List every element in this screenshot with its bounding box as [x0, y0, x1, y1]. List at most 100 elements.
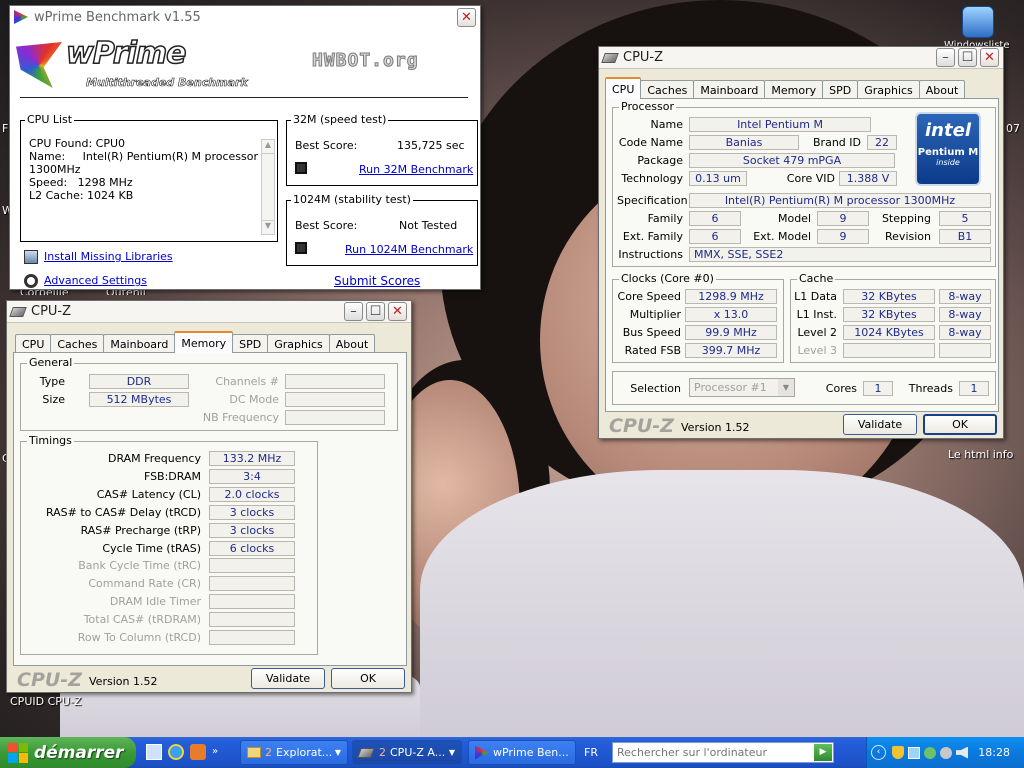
media-quicklaunch-icon[interactable]: [190, 744, 206, 760]
close-icon[interactable]: ✕: [980, 48, 999, 67]
hwbot-logo[interactable]: HWBOT.org: [312, 50, 419, 72]
cpu-panel: Processor Name Intel Pentium M Code Name…: [605, 98, 999, 412]
timing-label: DRAM Idle Timer: [109, 595, 201, 609]
search-input[interactable]: [613, 743, 811, 762]
scroll-up-icon[interactable]: ▲: [262, 140, 274, 154]
size-label: Size: [42, 393, 65, 406]
maximize-icon[interactable]: ☐: [366, 302, 385, 321]
tray-expand-icon[interactable]: ‹: [871, 745, 886, 760]
desktop-quicklaunch-icon[interactable]: [146, 744, 162, 760]
tray-icon[interactable]: [924, 746, 936, 759]
desktop-label-cpuz[interactable]: CPUID CPU-Z: [10, 695, 81, 708]
instructions-label: Instructions: [618, 248, 683, 261]
speed-test-group: 32M (speed test) Best Score: 135,725 sec…: [286, 113, 478, 186]
tab-spd[interactable]: SPD: [822, 80, 859, 99]
wprime-titlebar[interactable]: wPrime Benchmark v1.55 ✕: [10, 6, 480, 28]
cpu-list-textbox: CPU Found: CPU0 Name: Intel(R) Pentium(R…: [29, 137, 263, 233]
language-indicator[interactable]: FR: [584, 746, 598, 759]
tab-about[interactable]: About: [328, 334, 376, 353]
multiplier-value: x 13.0: [685, 307, 777, 322]
clocks-group: Clocks (Core #0) Core Speed 1298.9 MHz M…: [612, 272, 784, 363]
tab-graphics[interactable]: Graphics: [857, 80, 920, 99]
start-button[interactable]: démarrer: [0, 737, 136, 768]
cpuz-icon: [357, 747, 375, 758]
cpu-list-group: CPU List CPU Found: CPU0 Name: Intel(R) …: [20, 113, 278, 242]
minimize-icon[interactable]: –: [344, 302, 363, 321]
close-icon[interactable]: ✕: [457, 7, 476, 27]
spec-label: Specification: [617, 194, 688, 207]
advanced-settings-link[interactable]: Advanced Settings: [44, 274, 147, 287]
desktop-label-html-info[interactable]: Le html info: [948, 448, 1013, 461]
run-1024m-link[interactable]: Run 1024M Benchmark: [345, 243, 473, 256]
tab-spd[interactable]: SPD: [232, 334, 269, 353]
minimize-icon[interactable]: –: [936, 48, 955, 67]
ok-button[interactable]: OK: [331, 668, 405, 689]
tab-cpu[interactable]: CPU: [15, 334, 52, 353]
install-libraries-link[interactable]: Install Missing Libraries: [44, 250, 173, 263]
tab-caches[interactable]: Caches: [50, 334, 105, 353]
run-32m-link[interactable]: Run 32M Benchmark: [359, 163, 473, 176]
search-box[interactable]: ▶: [612, 742, 834, 763]
tab-graphics[interactable]: Graphics: [267, 334, 330, 353]
cpu-list-scrollbar[interactable]: ▲ ▼: [261, 139, 275, 235]
codename-value: Banias: [689, 135, 799, 150]
wprime-app-icon: [475, 745, 489, 760]
tab-memory[interactable]: Memory: [764, 80, 824, 99]
save-icon[interactable]: [295, 242, 307, 254]
network-tray-icon[interactable]: [908, 746, 920, 759]
ratedfsb-value: 399.7 MHz: [685, 343, 777, 358]
stability-best-value: Not Tested: [399, 219, 458, 232]
level3-way: [939, 343, 991, 358]
cpuz-memory-titlebar[interactable]: CPU-Z – ☐ ✕: [7, 301, 411, 323]
clock[interactable]: 18:28: [978, 746, 1010, 759]
extmodel-label: Ext. Model: [753, 230, 811, 243]
timing-label: Command Rate (CR): [88, 577, 201, 591]
timings-label: Timings: [27, 434, 74, 447]
validate-button[interactable]: Validate: [251, 668, 325, 689]
tab-memory[interactable]: Memory: [174, 331, 234, 353]
task-label: Explorat...: [276, 746, 333, 759]
cpuz-cpu-titlebar[interactable]: CPU-Z – ☐ ✕: [599, 47, 1003, 69]
timing-value: [209, 612, 295, 628]
desktop-icon[interactable]: [962, 6, 994, 38]
tray-icon[interactable]: [940, 746, 952, 759]
scroll-down-icon[interactable]: ▼: [262, 220, 274, 234]
desktop-fragment-f: F: [2, 122, 9, 135]
cpu-list-line: Name: Intel(R) Pentium(R) M processor: [29, 150, 258, 163]
tab-cpu[interactable]: CPU: [605, 77, 642, 99]
selection-dropdown[interactable]: Processor #1 ▼: [689, 378, 795, 397]
volume-tray-icon[interactable]: [956, 746, 968, 759]
task-wprime[interactable]: wPrime Ben...: [468, 740, 576, 765]
timings-group: Timings DRAM Frequency 133.2 MHz FSB:DRAM 3…: [20, 434, 318, 655]
maximize-icon[interactable]: ☐: [958, 48, 977, 67]
start-label: démarrer: [34, 742, 124, 763]
cores-label: Cores: [825, 382, 857, 395]
validate-button[interactable]: Validate: [843, 414, 917, 435]
save-icon[interactable]: [295, 162, 307, 174]
stepping-value: 5: [939, 211, 991, 226]
wprime-logo-sub: Multithreaded Benchmark: [86, 76, 248, 90]
submit-scores-link[interactable]: Submit Scores: [334, 274, 420, 288]
wprime-logo-graphic: [16, 42, 62, 88]
tab-about[interactable]: About: [918, 80, 966, 99]
chevron-right-icon[interactable]: »: [212, 744, 218, 760]
task-count: 2: [265, 746, 272, 759]
search-go-icon[interactable]: ▶: [814, 744, 832, 761]
cpu-list-line: L2 Cache: 1024 KB: [29, 189, 134, 202]
cpuz-logo: CPU-Z: [609, 415, 674, 437]
ok-button[interactable]: OK: [923, 414, 997, 435]
task-cpuz[interactable]: 2 CPU-Z A... ▼: [352, 740, 462, 765]
security-tray-icon[interactable]: [892, 746, 904, 759]
task-explorer[interactable]: 2 Explorat... ▼: [240, 740, 348, 765]
cpu-list-label: CPU List: [25, 113, 75, 126]
chevron-down-icon[interactable]: ▼: [449, 748, 455, 757]
ie-quicklaunch-icon[interactable]: [168, 744, 184, 760]
timing-value: [209, 576, 295, 592]
chevron-down-icon[interactable]: ▼: [778, 379, 794, 396]
close-icon[interactable]: ✕: [388, 302, 407, 321]
tab-mainboard[interactable]: Mainboard: [693, 80, 766, 99]
chevron-down-icon[interactable]: ▼: [335, 748, 341, 757]
tab-caches[interactable]: Caches: [640, 80, 695, 99]
package-value: Socket 479 mPGA: [689, 153, 895, 168]
tab-mainboard[interactable]: Mainboard: [103, 334, 176, 353]
